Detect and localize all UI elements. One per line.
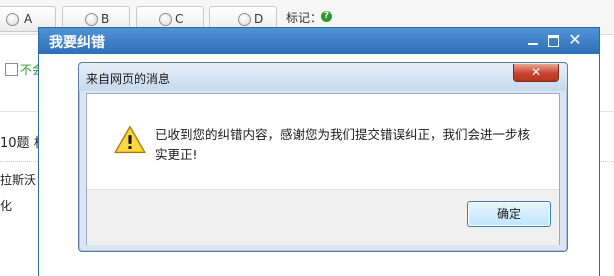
close-icon: ✕ xyxy=(530,65,542,79)
alert-titlebar[interactable]: 来自网页的消息 ✕ xyxy=(79,63,567,91)
correction-dialog-title: 我要纠错 xyxy=(49,35,105,51)
option-b-radio[interactable] xyxy=(85,13,98,26)
unsure-checkbox[interactable] xyxy=(5,63,18,76)
alert-footer: 确定 xyxy=(87,189,559,245)
question-text-fragment: 化 xyxy=(0,199,13,213)
alert-dialog: 来自网页的消息 ✕ 已收到您的纠错内容，感谢您为我们提交错误纠正，我们会进一步核… xyxy=(78,62,568,252)
correction-dialog-titlebar[interactable]: 我要纠错 ✕ xyxy=(39,28,599,54)
alert-close-button[interactable]: ✕ xyxy=(513,64,559,82)
warning-icon xyxy=(114,125,146,154)
maximize-icon[interactable] xyxy=(546,32,562,48)
question-text-fragment: 拉斯沃 xyxy=(0,173,37,187)
alert-message: 已收到您的纠错内容，感谢您为我们提交错误纠正，我们会进一步核实更正! xyxy=(155,127,531,162)
help-icon[interactable]: ? xyxy=(321,11,332,22)
close-icon[interactable]: ✕ xyxy=(567,32,583,48)
option-a-radio[interactable] xyxy=(6,13,19,26)
option-a-label: A xyxy=(24,12,33,26)
option-d-radio[interactable] xyxy=(238,13,251,26)
alert-body: 已收到您的纠错内容，感谢您为我们提交错误纠正，我们会进一步核实更正! 确定 xyxy=(86,93,560,245)
ok-button[interactable]: 确定 xyxy=(467,201,551,227)
mark-label: 标记： xyxy=(286,11,323,25)
option-c-radio[interactable] xyxy=(159,13,172,26)
question-prefix: 10题 xyxy=(0,136,30,151)
alert-title: 来自网页的消息 xyxy=(86,72,171,86)
minimize-icon[interactable] xyxy=(525,32,541,48)
